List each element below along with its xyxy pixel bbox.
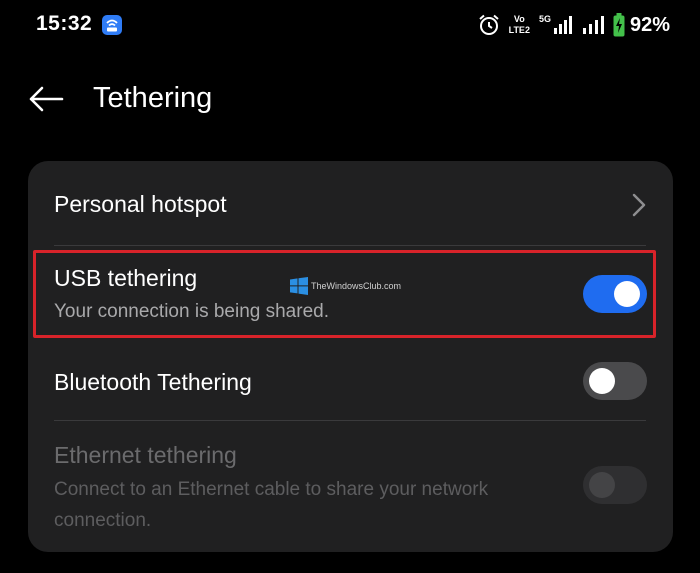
bluetooth-tethering-row[interactable]: Bluetooth Tethering bbox=[28, 336, 673, 420]
toggle-knob bbox=[589, 368, 615, 394]
ethernet-tethering-subtitle: Connect to an Ethernet cable to share yo… bbox=[54, 479, 489, 531]
toggle-knob bbox=[614, 281, 640, 307]
usb-tethering-toggle[interactable] bbox=[583, 275, 647, 313]
battery-charging-icon bbox=[613, 13, 625, 37]
status-icons: Vo LTE2 5G 92% bbox=[478, 10, 670, 40]
personal-hotspot-row[interactable]: Personal hotspot bbox=[28, 161, 673, 245]
signal-icon-2 bbox=[582, 16, 604, 34]
5g-label: 5G bbox=[538, 14, 551, 24]
app-bar: Tethering bbox=[0, 72, 700, 128]
tethering-settings-card: Personal hotspot USB tethering Your conn… bbox=[28, 161, 673, 552]
back-arrow-icon[interactable] bbox=[26, 84, 66, 114]
volte-icon: Vo LTE2 bbox=[509, 15, 530, 35]
windows-logo-icon bbox=[290, 277, 308, 295]
watermark: TheWindowsClub.com bbox=[290, 277, 401, 295]
clock: 15:32 bbox=[36, 12, 93, 35]
signal-5g-icon: 5G bbox=[539, 15, 573, 35]
usb-tethering-title: USB tethering bbox=[54, 265, 198, 291]
status-bar: 15:32 Vo LTE2 5G 92% bbox=[0, 0, 700, 52]
usb-tethering-subtitle: Your connection is being shared. bbox=[54, 301, 329, 322]
volte-label: Vo bbox=[513, 14, 525, 24]
ethernet-tethering-row: Ethernet tethering Connect to an Etherne… bbox=[28, 421, 673, 552]
lte-label: LTE2 bbox=[508, 25, 530, 35]
ethernet-tethering-toggle bbox=[583, 466, 647, 504]
signal-icon bbox=[553, 16, 572, 34]
ethernet-tethering-title: Ethernet tethering bbox=[54, 442, 237, 468]
hotspot-app-icon bbox=[102, 15, 122, 35]
toggle-knob bbox=[589, 472, 615, 498]
alarm-icon bbox=[478, 14, 499, 35]
bluetooth-tethering-toggle[interactable] bbox=[583, 362, 647, 400]
personal-hotspot-title: Personal hotspot bbox=[54, 191, 227, 217]
battery-percentage: 92% bbox=[629, 13, 670, 36]
bluetooth-tethering-title: Bluetooth Tethering bbox=[54, 369, 252, 395]
watermark-text: TheWindowsClub.com bbox=[311, 281, 402, 291]
page-title: Tethering bbox=[93, 82, 213, 114]
chevron-right-icon bbox=[632, 193, 646, 217]
